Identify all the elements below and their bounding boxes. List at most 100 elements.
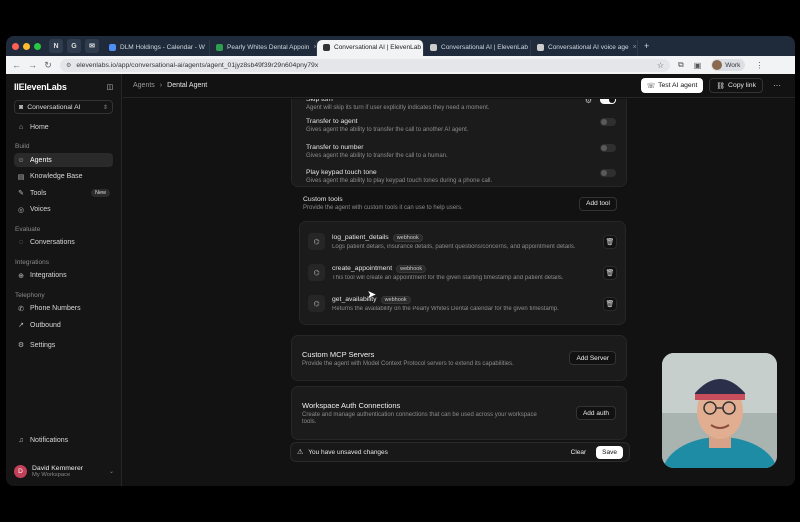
reload-icon[interactable]: ↻ bbox=[44, 60, 52, 71]
sidebar-item-label: Notifications bbox=[30, 437, 69, 444]
sidebar-item-knowledge-base[interactable]: ▤ Knowledge Base bbox=[14, 170, 113, 184]
webhook-badge: webhook bbox=[392, 233, 423, 242]
custom-tool-name-row: create_appointment webhook bbox=[332, 264, 590, 273]
sidebar-item-home[interactable]: ⌂ Home bbox=[14, 120, 113, 134]
tab-title: Conversational AI voice age bbox=[548, 44, 629, 51]
sidebar-item-voices[interactable]: ◎ Voices bbox=[14, 203, 113, 217]
extensions-icon[interactable]: ⧉ bbox=[678, 60, 684, 70]
system-tool-toggle[interactable] bbox=[600, 169, 616, 177]
warning-icon: ⚠ bbox=[297, 449, 304, 456]
pinned-tab[interactable]: G bbox=[67, 39, 81, 53]
product-switcher[interactable]: ◙ Conversational AI ⇕ bbox=[14, 100, 113, 114]
copy-link-button[interactable]: ⛓ Copy link bbox=[709, 78, 763, 93]
avatar: D bbox=[14, 465, 27, 478]
wrench-icon: ✎ bbox=[18, 190, 24, 197]
breadcrumb-agents[interactable]: Agents bbox=[133, 82, 155, 89]
sidebar-item-integrations[interactable]: ⊕ Integrations bbox=[14, 269, 113, 283]
bookmark-star-icon[interactable]: ☆ bbox=[657, 61, 664, 70]
unsaved-changes-bar: ⚠ You have unsaved changes Clear Save bbox=[290, 442, 630, 462]
custom-tools-header: Custom tools Provide the agent with cust… bbox=[291, 196, 627, 211]
custom-tool-row[interactable]: ⌬ log_patient_details webhook Logs patient … bbox=[300, 226, 625, 257]
pinned-tab[interactable]: N bbox=[49, 39, 63, 53]
breadcrumb-separator-icon: › bbox=[159, 82, 163, 89]
system-tools-list: Skip turn Agent will skip its turn if use… bbox=[306, 99, 616, 195]
system-tool-toggle[interactable] bbox=[600, 118, 616, 126]
chevron-down-icon: ⌄ bbox=[108, 469, 114, 475]
tab-favicon-icon bbox=[430, 44, 437, 51]
unsaved-text: You have unsaved changes bbox=[308, 448, 388, 456]
window-controls bbox=[12, 42, 41, 50]
trash-icon[interactable]: 🗑 bbox=[603, 265, 617, 280]
sidebar-item-settings[interactable]: ⚙ Settings bbox=[14, 338, 113, 352]
tab-title: Conversational AI | ElevenLab bbox=[441, 44, 528, 51]
browser-tab[interactable]: Pearly Whites Dental Appoin× bbox=[210, 39, 317, 56]
custom-tool-row[interactable]: ⌬ get_availability webhook Returns the avai… bbox=[300, 288, 625, 319]
maximize-window-button[interactable] bbox=[34, 42, 41, 50]
site-info-icon[interactable]: ⚙ bbox=[66, 62, 71, 69]
sidebar-item-conversations[interactable]: ◌ Conversations bbox=[14, 236, 113, 250]
system-tool-toggle[interactable] bbox=[600, 99, 616, 104]
tab-search-icon[interactable]: ▣ bbox=[694, 61, 702, 70]
tab-bar: N G ✉ DLM Holdings - Calendar - W×Pearly… bbox=[6, 36, 795, 56]
browser-menu-icon[interactable]: ⋮ bbox=[755, 61, 763, 70]
new-tab-button[interactable]: + bbox=[644, 41, 649, 51]
add-tool-button[interactable]: Add tool bbox=[579, 196, 617, 211]
collapse-sidebar-icon[interactable]: ◫ bbox=[107, 83, 114, 91]
product-label: Conversational AI bbox=[27, 103, 81, 111]
auth-title: Workspace Auth Connections bbox=[302, 401, 401, 410]
forward-icon[interactable]: → bbox=[28, 60, 37, 70]
custom-tool-desc: This tool will create an appointment for… bbox=[332, 274, 564, 281]
more-options-icon[interactable]: ⋯ bbox=[769, 81, 785, 90]
close-tab-icon[interactable]: × bbox=[633, 44, 637, 51]
custom-tool-row[interactable]: ⌬ create_appointment webhook This tool will… bbox=[300, 257, 625, 288]
profile-avatar bbox=[712, 60, 723, 70]
browser-tools: ⧉ ▣ Work ⋮ bbox=[678, 59, 763, 71]
browser-tab[interactable]: Conversational AI | ElevenLab× bbox=[424, 39, 531, 56]
custom-tool-desc: Logs patient details, insurance details,… bbox=[332, 243, 576, 250]
webhook-badge: webhook bbox=[396, 264, 427, 273]
add-server-button[interactable]: Add Server bbox=[569, 351, 616, 365]
custom-tools-desc: Provide the agent with custom tools it c… bbox=[303, 205, 463, 211]
browser-tab[interactable]: DLM Holdings - Calendar - W× bbox=[103, 39, 210, 56]
system-tool-toggle[interactable] bbox=[600, 143, 616, 152]
browser-tab[interactable]: Conversational AI voice age × bbox=[531, 39, 638, 56]
sidebar-item-label: Phone Numbers bbox=[30, 305, 81, 312]
page-header: Agents › Dental Agent ☏ Test AI agent ⛓ … bbox=[123, 74, 795, 98]
sidebar-item-agents[interactable]: ☺ Agents bbox=[14, 153, 113, 167]
pinned-tab[interactable]: ✉ bbox=[85, 39, 99, 53]
back-icon[interactable]: ← bbox=[12, 60, 21, 70]
url-bar[interactable]: ⚙ elevenlabs.io/app/conversational-ai/ag… bbox=[60, 58, 670, 72]
browser-tab[interactable]: Conversational AI | ElevenLab× bbox=[317, 39, 424, 56]
test-agent-label: Test AI agent bbox=[658, 82, 698, 89]
section-label-telephony: Telephony bbox=[15, 291, 45, 299]
sidebar-item-label: Voices bbox=[30, 206, 51, 213]
sidebar-item-phone-numbers[interactable]: ✆ Phone Numbers bbox=[14, 302, 113, 316]
close-window-button[interactable] bbox=[12, 42, 19, 50]
settings-gear-icon[interactable]: ⚙ bbox=[585, 99, 592, 105]
sidebar-item-tools[interactable]: ✎ Tools New bbox=[14, 186, 113, 200]
auth-connections-card: Workspace Auth Connections Create and ma… bbox=[291, 386, 627, 440]
voices-icon: ◎ bbox=[17, 206, 25, 214]
minimize-window-button[interactable] bbox=[23, 42, 30, 50]
system-tool-row: Skip turn Agent will skip its turn if use… bbox=[306, 99, 616, 118]
address-toolbar: ← → ↻ ⚙ elevenlabs.io/app/conversational… bbox=[6, 56, 795, 74]
sidebar-item-notifications[interactable]: ♫ Notifications bbox=[14, 434, 71, 448]
clear-button[interactable]: Clear bbox=[566, 447, 592, 458]
add-auth-button[interactable]: Add auth bbox=[575, 406, 616, 420]
profile-button[interactable]: Work bbox=[711, 59, 746, 71]
breadcrumb: Agents › Dental Agent bbox=[133, 82, 207, 89]
system-tool-text: Transfer to agent Gives agent the ability… bbox=[306, 118, 468, 133]
trash-icon[interactable]: 🗑 bbox=[603, 234, 617, 249]
sidebar-item-label: Integrations bbox=[30, 272, 67, 279]
user-menu[interactable]: D David Kemmerer My Workspace ⌄ bbox=[14, 465, 114, 478]
system-tool-row: Play keypad touch tone Gives agent the ab… bbox=[306, 169, 616, 195]
mouse-cursor-icon: ➤ bbox=[367, 289, 377, 301]
sidebar-item-outbound[interactable]: ↗ Outbound bbox=[14, 318, 113, 332]
save-button[interactable]: Save bbox=[596, 445, 623, 459]
custom-tool-name: log_patient_details bbox=[332, 234, 389, 241]
logo-text: IIElevenLabs bbox=[14, 82, 67, 92]
agents-icon: ☺ bbox=[17, 156, 25, 164]
trash-icon[interactable]: 🗑 bbox=[603, 296, 617, 311]
test-agent-button[interactable]: ☏ Test AI agent bbox=[640, 78, 704, 93]
header-actions: ☏ Test AI agent ⛓ Copy link ⋯ bbox=[640, 78, 785, 93]
